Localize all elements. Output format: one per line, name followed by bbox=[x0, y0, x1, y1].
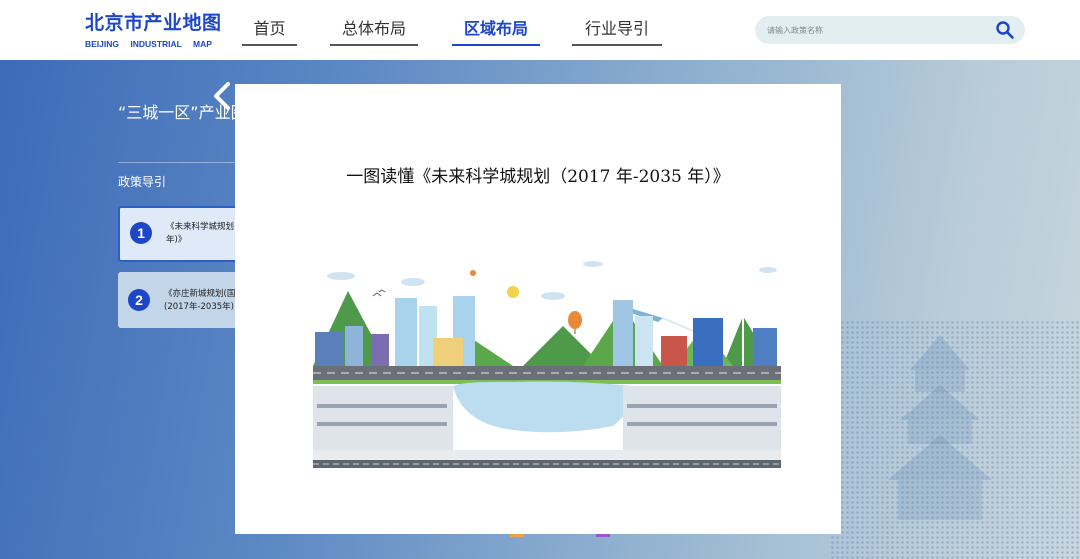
modal-title: 一图读懂《未来科学城规划（2017 年-2035 年）》 bbox=[346, 167, 730, 187]
nav-home[interactable]: 首页 bbox=[242, 18, 297, 46]
policy-title-line2: (2017年-2035年) bbox=[164, 302, 234, 312]
divider bbox=[118, 162, 248, 163]
nav-industry-guide[interactable]: 行业导引 bbox=[572, 18, 662, 46]
logo-subtitle: BEIJING INDUSTRIAL MAP bbox=[85, 39, 212, 49]
policy-number: 1 bbox=[130, 222, 152, 244]
logo-title: 北京市产业地图 bbox=[85, 12, 222, 34]
policy-title: 《亦庄新城规划(国 (2017年-2035年) bbox=[164, 288, 244, 314]
policy-title-line1: 《亦庄新城规划(国 bbox=[164, 289, 236, 299]
nav-regional-layout[interactable]: 区域布局 bbox=[452, 18, 540, 46]
search-input[interactable] bbox=[767, 16, 982, 44]
logo[interactable]: 北京市产业地图 BEIJING INDUSTRIAL MAP bbox=[85, 12, 222, 49]
policy-title-line1: 《未来科学城规划 bbox=[166, 222, 235, 232]
chevron-left-icon[interactable] bbox=[206, 80, 238, 112]
policy-title: 《未来科学城规划 年)》 bbox=[166, 221, 246, 247]
header: 北京市产业地图 BEIJING INDUSTRIAL MAP 首页 总体布局 区… bbox=[0, 0, 1080, 60]
policy-item-2[interactable]: 2 《亦庄新城规划(国 (2017年-2035年) bbox=[118, 272, 248, 328]
city-illustration bbox=[313, 261, 781, 468]
section-subtitle: 政策导引 bbox=[118, 175, 167, 189]
policy-number: 2 bbox=[128, 289, 150, 311]
image-modal: 一图读懂《未来科学城规划（2017 年-2035 年）》 bbox=[235, 84, 841, 534]
policy-title-line2: 年)》 bbox=[166, 235, 187, 245]
search-bar bbox=[755, 16, 1025, 44]
nav-overall-layout[interactable]: 总体布局 bbox=[330, 18, 418, 46]
temple-of-heaven-icon bbox=[888, 335, 992, 520]
search-icon[interactable] bbox=[995, 20, 1015, 40]
policy-item-1[interactable]: 1 《未来科学城规划 年)》 bbox=[118, 206, 248, 262]
